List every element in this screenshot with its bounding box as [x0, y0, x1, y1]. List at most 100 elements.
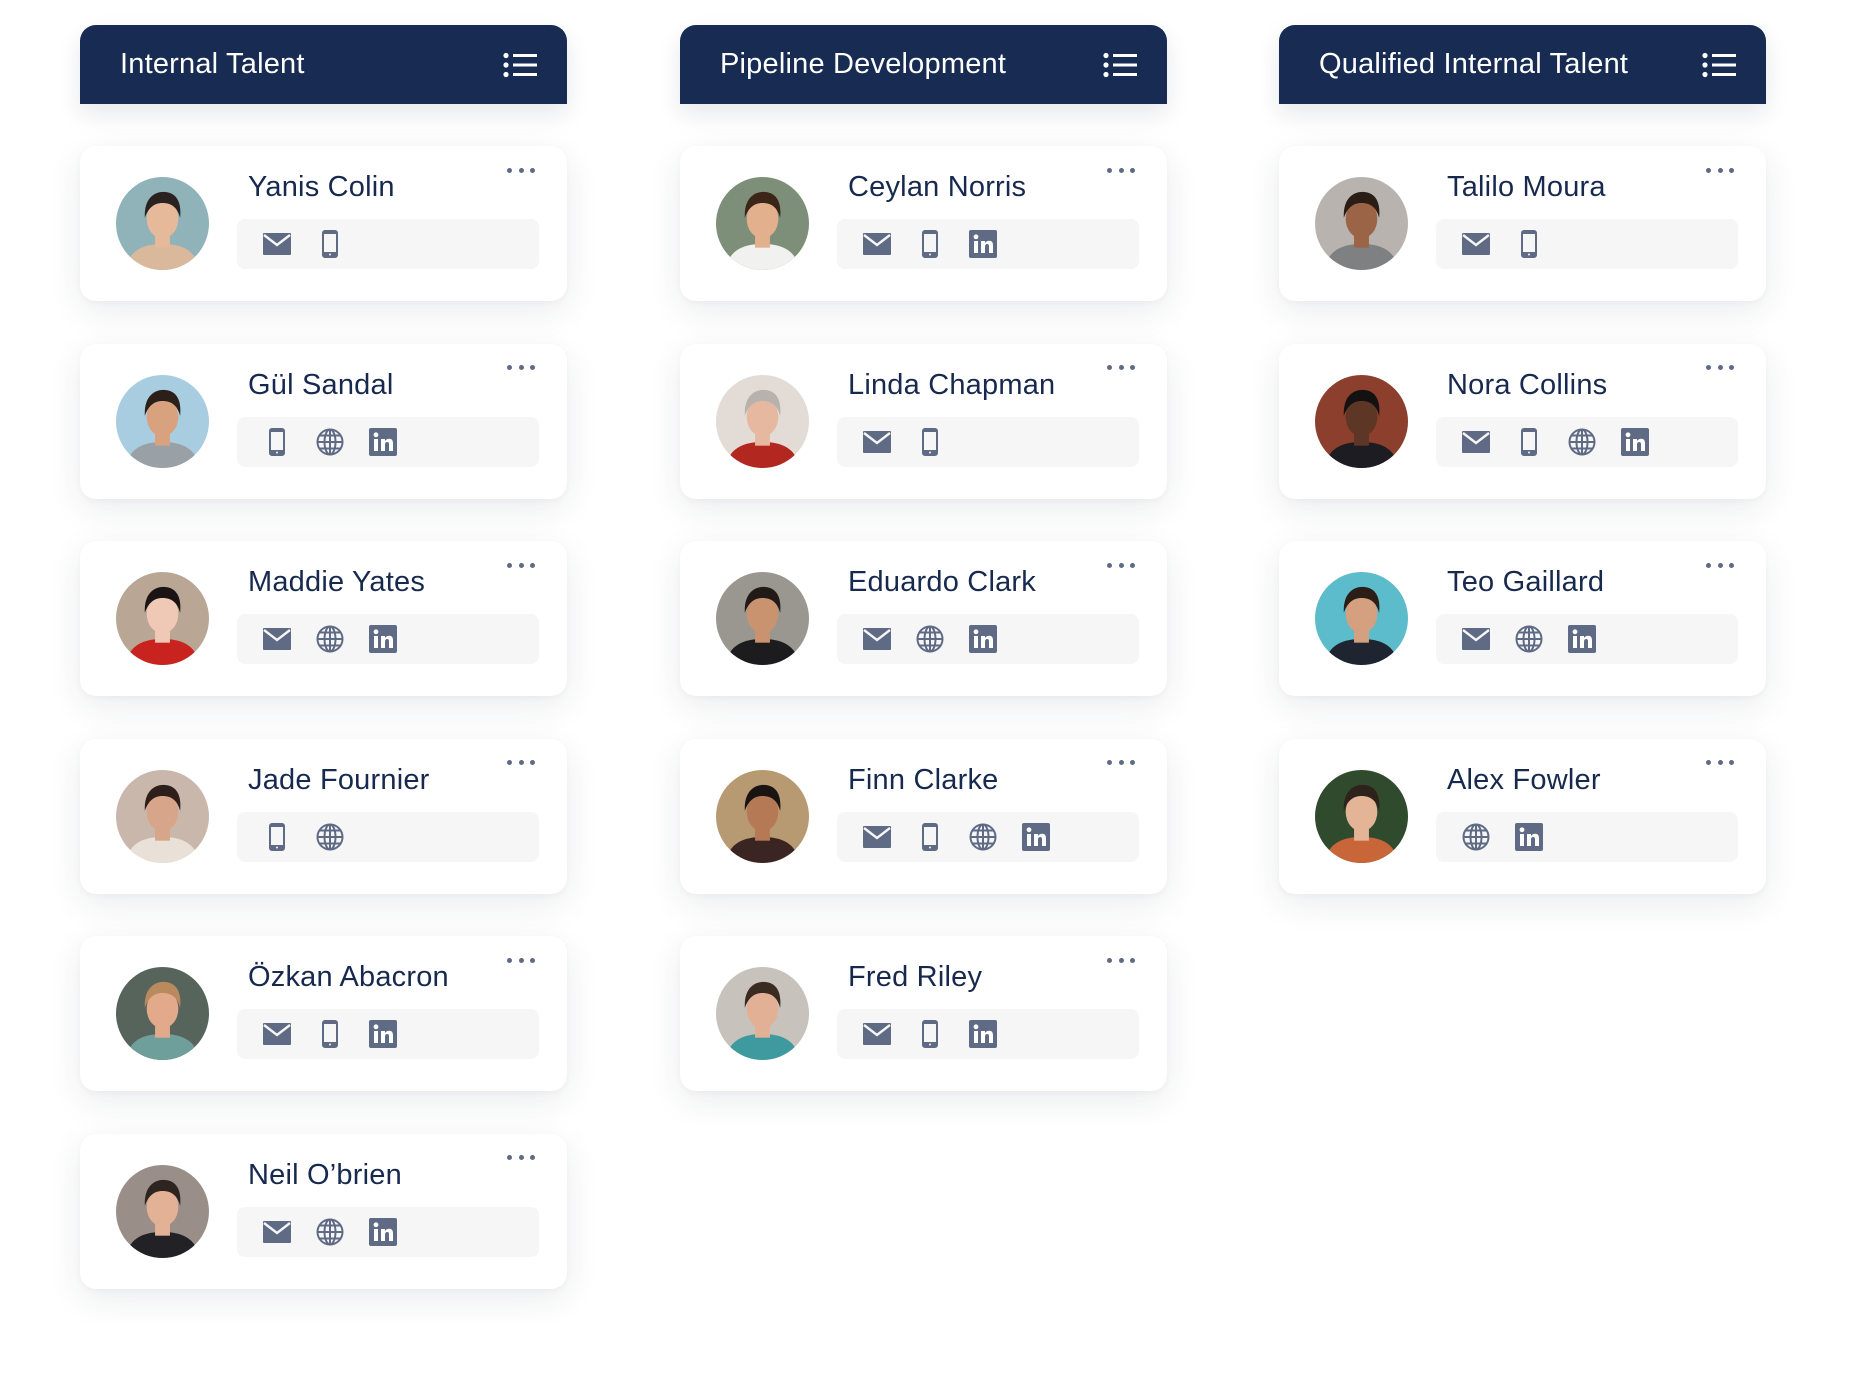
phone-icon[interactable]	[922, 230, 938, 258]
more-options-button[interactable]	[507, 757, 535, 769]
avatar	[1315, 572, 1408, 665]
linkedin-icon[interactable]	[369, 625, 397, 653]
email-icon[interactable]	[863, 430, 891, 453]
candidate-name[interactable]: Talilo Moura	[1447, 171, 1606, 204]
linkedin-icon[interactable]	[1568, 625, 1596, 653]
contact-methods	[237, 614, 539, 664]
candidate-card[interactable]: Teo Gaillard	[1279, 541, 1766, 696]
phone-icon[interactable]	[322, 1020, 338, 1048]
email-icon[interactable]	[263, 1220, 291, 1243]
list-icon[interactable]	[1702, 52, 1736, 78]
candidate-card[interactable]: Finn Clarke	[680, 738, 1167, 894]
globe-icon[interactable]	[316, 625, 344, 653]
candidate-card[interactable]: Alex Fowler	[1279, 738, 1766, 894]
email-icon[interactable]	[1462, 233, 1490, 255]
contact-methods	[1436, 614, 1738, 664]
candidate-card[interactable]: Ceylan Norris	[680, 146, 1167, 301]
more-options-button[interactable]	[507, 362, 535, 374]
candidate-name[interactable]: Yanis Colin	[248, 171, 395, 204]
candidate-name[interactable]: Teo Gaillard	[1447, 566, 1604, 599]
phone-icon[interactable]	[322, 230, 338, 258]
globe-icon[interactable]	[316, 1218, 344, 1246]
candidate-card[interactable]: Fred Riley	[680, 936, 1167, 1091]
email-icon[interactable]	[863, 233, 891, 255]
candidate-name[interactable]: Finn Clarke	[848, 764, 998, 797]
linkedin-icon[interactable]	[1621, 427, 1649, 456]
email-icon[interactable]	[1462, 430, 1490, 453]
globe-icon[interactable]	[1515, 625, 1543, 653]
more-options-button[interactable]	[1107, 954, 1135, 966]
candidate-card[interactable]: Maddie Yates	[80, 541, 567, 696]
phone-icon[interactable]	[922, 427, 938, 456]
more-options-button[interactable]	[507, 1152, 535, 1164]
candidate-card[interactable]: Jade Fournier	[80, 738, 567, 894]
candidate-name[interactable]: Eduardo Clark	[848, 566, 1036, 599]
candidate-name[interactable]: Gül Sandal	[248, 369, 394, 402]
candidate-card[interactable]: Talilo Moura	[1279, 146, 1766, 301]
linkedin-icon[interactable]	[1022, 822, 1050, 851]
candidate-name[interactable]: Linda Chapman	[848, 369, 1055, 402]
more-options-button[interactable]	[1107, 362, 1135, 374]
linkedin-icon[interactable]	[369, 1217, 397, 1246]
candidate-card[interactable]: Özkan Abacron	[80, 936, 567, 1091]
more-options-button[interactable]	[507, 164, 535, 176]
globe-icon[interactable]	[1462, 823, 1490, 851]
email-icon[interactable]	[863, 825, 891, 848]
candidate-name[interactable]: Fred Riley	[848, 961, 982, 994]
email-icon[interactable]	[1462, 628, 1490, 650]
talent-column: Internal Talent Yanis Colin Gül Sandal M…	[80, 25, 567, 1331]
email-icon[interactable]	[263, 628, 291, 650]
list-icon[interactable]	[503, 52, 537, 78]
phone-icon[interactable]	[922, 1020, 938, 1048]
more-options-button[interactable]	[507, 954, 535, 966]
email-icon[interactable]	[263, 233, 291, 255]
candidate-card[interactable]: Linda Chapman	[680, 343, 1167, 499]
linkedin-icon[interactable]	[969, 230, 997, 258]
more-options-button[interactable]	[1107, 164, 1135, 176]
more-options-button[interactable]	[1706, 164, 1734, 176]
globe-icon[interactable]	[969, 823, 997, 851]
candidate-name[interactable]: Özkan Abacron	[248, 961, 449, 994]
more-options-button[interactable]	[1706, 757, 1734, 769]
dot-icon	[1107, 365, 1112, 370]
linkedin-icon[interactable]	[969, 625, 997, 653]
email-icon[interactable]	[263, 1023, 291, 1045]
phone-icon[interactable]	[1521, 427, 1537, 456]
more-options-button[interactable]	[1706, 362, 1734, 374]
avatar	[1315, 177, 1408, 270]
candidate-name[interactable]: Ceylan Norris	[848, 171, 1026, 204]
candidate-name[interactable]: Alex Fowler	[1447, 764, 1601, 797]
more-options-button[interactable]	[507, 559, 535, 571]
dot-icon	[1107, 957, 1112, 963]
candidate-card[interactable]: Gül Sandal	[80, 343, 567, 499]
more-options-button[interactable]	[1706, 559, 1734, 571]
email-icon[interactable]	[863, 628, 891, 650]
column-header: Internal Talent	[80, 25, 567, 104]
globe-icon[interactable]	[316, 823, 344, 851]
globe-icon[interactable]	[1568, 428, 1596, 456]
candidate-name[interactable]: Nora Collins	[1447, 369, 1607, 402]
linkedin-icon[interactable]	[369, 427, 397, 456]
dot-icon	[518, 167, 524, 173]
candidate-name[interactable]: Neil O’brien	[248, 1159, 402, 1192]
candidate-name[interactable]: Jade Fournier	[248, 764, 430, 797]
contact-methods	[837, 219, 1139, 269]
candidate-name[interactable]: Maddie Yates	[248, 566, 425, 599]
globe-icon[interactable]	[916, 625, 944, 653]
linkedin-icon[interactable]	[969, 1020, 997, 1048]
list-icon[interactable]	[1103, 52, 1137, 78]
email-icon[interactable]	[863, 1023, 891, 1045]
linkedin-icon[interactable]	[1515, 822, 1543, 851]
phone-icon[interactable]	[1521, 230, 1537, 258]
candidate-card[interactable]: Nora Collins	[1279, 343, 1766, 499]
candidate-card[interactable]: Yanis Colin	[80, 146, 567, 301]
more-options-button[interactable]	[1107, 757, 1135, 769]
linkedin-icon[interactable]	[369, 1020, 397, 1048]
globe-icon[interactable]	[316, 428, 344, 456]
phone-icon[interactable]	[269, 427, 285, 456]
more-options-button[interactable]	[1107, 559, 1135, 571]
candidate-card[interactable]: Eduardo Clark	[680, 541, 1167, 696]
phone-icon[interactable]	[922, 822, 938, 851]
phone-icon[interactable]	[269, 822, 285, 851]
candidate-card[interactable]: Neil O’brien	[80, 1133, 567, 1289]
